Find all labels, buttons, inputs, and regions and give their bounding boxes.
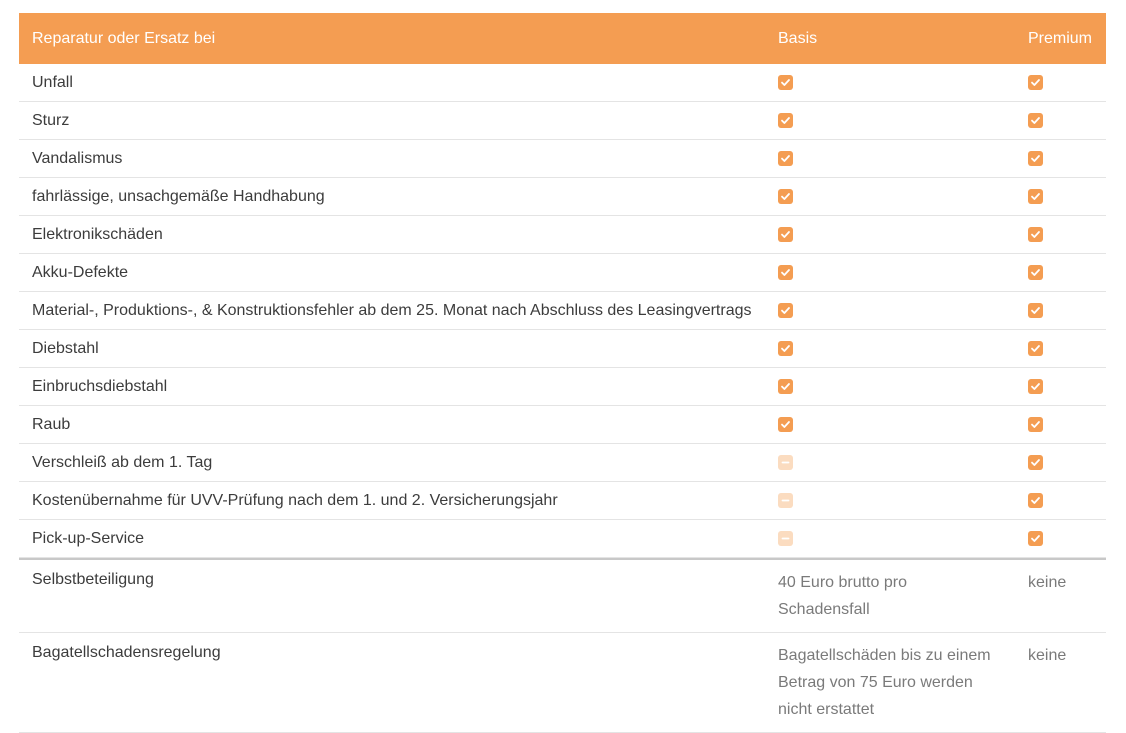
checkbox-checked-icon (778, 226, 793, 242)
premium-cell (1015, 112, 1106, 130)
row-label: Kostenübernahme für UVV-Prüfung nach dem… (32, 491, 558, 509)
basis-cell (765, 416, 1015, 434)
basis-cell (765, 492, 1015, 510)
table-row: Bagatellschadensregelung Bagatellschäden … (19, 633, 1106, 733)
table-row: Elektronikschäden (19, 216, 1106, 254)
basis-cell (765, 302, 1015, 320)
table-row: Akku-Defekte (19, 254, 1106, 292)
table-row: Sturz (19, 102, 1106, 140)
checkbox-checked-icon (1028, 302, 1043, 318)
checkbox-checked-icon (1028, 416, 1043, 432)
checkbox-checked-icon (1028, 264, 1043, 280)
premium-cell (1015, 492, 1106, 510)
premium-cell (1015, 302, 1106, 320)
basis-cell (765, 530, 1015, 548)
checkbox-checked-icon (778, 264, 793, 280)
table-row: Diebstahl (19, 330, 1106, 368)
checkbox-checked-icon (1028, 74, 1043, 90)
premium-cell (1015, 150, 1106, 168)
row-label: Akku-Defekte (32, 263, 129, 281)
row-label: Sturz (32, 111, 70, 129)
row-label: Material-, Produktions-, & Konstruktions… (32, 301, 752, 319)
table-row: Unfall (19, 64, 1106, 102)
premium-value: keine (1028, 574, 1067, 591)
checkbox-checked-icon (1028, 454, 1043, 470)
row-label: Unfall (32, 73, 73, 91)
table-row: Pick-up-Service (19, 520, 1106, 558)
checkbox-checked-icon (1028, 226, 1043, 242)
basis-cell (765, 378, 1015, 396)
premium-cell (1015, 416, 1106, 434)
table-row: Vandalismus (19, 140, 1106, 178)
header-label: Reparatur oder Ersatz bei (32, 29, 216, 47)
row-label: Pick-up-Service (32, 529, 145, 547)
checkbox-checked-icon (778, 74, 793, 90)
checkbox-checked-icon (778, 340, 793, 356)
checkbox-checked-icon (778, 302, 793, 318)
basis-cell (765, 188, 1015, 206)
row-label: Verschleiß ab dem 1. Tag (32, 453, 213, 471)
checkbox-checked-icon (1028, 112, 1043, 128)
basis-cell (765, 74, 1015, 92)
checkbox-checked-icon (1028, 378, 1043, 394)
checkbox-unchecked-icon (778, 454, 793, 470)
premium-value: keine (1028, 647, 1067, 664)
row-label: Selbstbeteiligung (32, 571, 154, 588)
coverage-comparison-table: Reparatur oder Ersatz bei Basis Premium … (19, 13, 1106, 733)
table-text-rows: Selbstbeteiligung 40 Euro brutto pro Scha… (19, 558, 1106, 733)
checkbox-checked-icon (778, 416, 793, 432)
basis-cell (765, 226, 1015, 244)
checkbox-checked-icon (1028, 340, 1043, 356)
premium-cell (1015, 74, 1106, 92)
row-label: Vandalismus (32, 149, 123, 167)
checkbox-checked-icon (778, 378, 793, 394)
table-row: Einbruchsdiebstahl (19, 368, 1106, 406)
premium-cell (1015, 530, 1106, 548)
table-row: Selbstbeteiligung 40 Euro brutto pro Scha… (19, 560, 1106, 633)
row-label: fahrlässige, unsachgemäße Handhabung (32, 187, 325, 205)
checkbox-unchecked-icon (778, 492, 793, 508)
table-header: Reparatur oder Ersatz bei Basis Premium (19, 13, 1106, 64)
row-label: Diebstahl (32, 339, 99, 357)
basis-cell (765, 150, 1015, 168)
header-premium: Premium (1028, 29, 1093, 47)
row-label: Raub (32, 415, 71, 433)
checkbox-unchecked-icon (778, 530, 793, 546)
basis-cell (765, 112, 1015, 130)
checkbox-checked-icon (1028, 492, 1043, 508)
premium-cell (1015, 226, 1106, 244)
row-label: Elektronikschäden (32, 225, 163, 243)
basis-cell (765, 340, 1015, 358)
checkbox-checked-icon (778, 188, 793, 204)
checkbox-checked-icon (1028, 188, 1043, 204)
premium-cell (1015, 264, 1106, 282)
premium-cell (1015, 454, 1106, 472)
row-label: Einbruchsdiebstahl (32, 377, 168, 395)
checkbox-checked-icon (1028, 530, 1043, 546)
checkbox-checked-icon (778, 112, 793, 128)
row-label: Bagatellschadensregelung (32, 644, 221, 661)
premium-cell (1015, 378, 1106, 396)
table-row: fahrlässige, unsachgemäße Handhabung (19, 178, 1106, 216)
premium-cell (1015, 340, 1106, 358)
checkbox-checked-icon (778, 150, 793, 166)
table-row: Verschleiß ab dem 1. Tag (19, 444, 1106, 482)
header-basis: Basis (778, 29, 818, 47)
table-row: Material-, Produktions-, & Konstruktions… (19, 292, 1106, 330)
checkbox-checked-icon (1028, 150, 1043, 166)
basis-value: Bagatellschäden bis zu einem Betrag von … (778, 647, 991, 718)
basis-value: 40 Euro brutto pro Schadensfall (778, 574, 907, 618)
basis-cell (765, 264, 1015, 282)
premium-cell (1015, 188, 1106, 206)
table-row: Kostenübernahme für UVV-Prüfung nach dem… (19, 482, 1106, 520)
basis-cell (765, 454, 1015, 472)
table-row: Raub (19, 406, 1106, 444)
table-body: Unfall Sturz Vandalismus fahrlässige, unsac… (19, 64, 1106, 558)
